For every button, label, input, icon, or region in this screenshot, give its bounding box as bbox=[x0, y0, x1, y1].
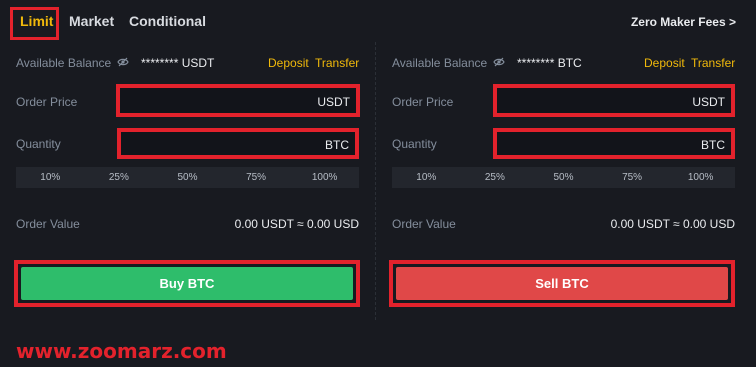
percent-75-button[interactable]: 75% bbox=[598, 167, 667, 188]
percent-100-button[interactable]: 100% bbox=[290, 167, 359, 188]
percentage-selector: 10% 25% 50% 75% 100% bbox=[392, 167, 735, 188]
sell-btc-button[interactable]: Sell BTC bbox=[396, 267, 728, 300]
percent-25-button[interactable]: 25% bbox=[461, 167, 530, 188]
available-balance-value: ******** USDT bbox=[141, 56, 215, 70]
percent-100-button[interactable]: 100% bbox=[666, 167, 735, 188]
tab-limit[interactable]: Limit bbox=[20, 13, 53, 29]
quantity-unit: BTC bbox=[325, 138, 349, 152]
zero-maker-fees-link[interactable]: Zero Maker Fees > bbox=[631, 15, 736, 29]
order-price-input[interactable] bbox=[497, 88, 685, 113]
available-balance-value: ******** BTC bbox=[517, 56, 582, 70]
order-value-label: Order Value bbox=[16, 217, 80, 231]
transfer-link[interactable]: Transfer bbox=[315, 56, 359, 70]
order-price-label: Order Price bbox=[392, 95, 454, 109]
percent-50-button[interactable]: 50% bbox=[529, 167, 598, 188]
quantity-label: Quantity bbox=[16, 137, 61, 151]
order-price-label: Order Price bbox=[16, 95, 78, 109]
eye-slash-icon[interactable] bbox=[117, 57, 129, 67]
quantity-field[interactable]: BTC bbox=[493, 128, 735, 159]
percent-50-button[interactable]: 50% bbox=[153, 167, 222, 188]
deposit-link[interactable]: Deposit bbox=[644, 56, 685, 70]
order-value-label: Order Value bbox=[392, 217, 456, 231]
order-value: 0.00 USDT ≈ 0.00 USD bbox=[610, 217, 735, 231]
order-value: 0.00 USDT ≈ 0.00 USD bbox=[234, 217, 359, 231]
available-balance-label: Available Balance bbox=[392, 56, 488, 70]
order-type-tabs: Limit Market Conditional Zero Maker Fees… bbox=[0, 0, 756, 42]
quantity-unit: BTC bbox=[701, 138, 725, 152]
sell-button-highlight: Sell BTC bbox=[389, 260, 735, 307]
order-price-unit: USDT bbox=[317, 95, 350, 109]
order-price-input[interactable] bbox=[120, 88, 310, 113]
order-price-field[interactable]: USDT bbox=[116, 84, 360, 117]
percent-25-button[interactable]: 25% bbox=[85, 167, 154, 188]
quantity-label: Quantity bbox=[392, 137, 437, 151]
percent-10-button[interactable]: 10% bbox=[16, 167, 85, 188]
tab-conditional[interactable]: Conditional bbox=[129, 13, 206, 29]
quantity-input[interactable] bbox=[121, 132, 309, 155]
tab-market[interactable]: Market bbox=[69, 13, 114, 29]
sell-panel: Available Balance ******** BTC Deposit T… bbox=[376, 42, 736, 322]
buy-btc-button[interactable]: Buy BTC bbox=[21, 267, 353, 300]
deposit-link[interactable]: Deposit bbox=[268, 56, 309, 70]
quantity-input[interactable] bbox=[497, 132, 685, 155]
percentage-selector: 10% 25% 50% 75% 100% bbox=[16, 167, 359, 188]
watermark-text: www.zoomarz.com bbox=[16, 339, 227, 363]
quantity-field[interactable]: BTC bbox=[117, 128, 359, 159]
buy-panel: Available Balance ******** USDT Deposit … bbox=[0, 42, 360, 322]
percent-10-button[interactable]: 10% bbox=[392, 167, 461, 188]
transfer-link[interactable]: Transfer bbox=[691, 56, 735, 70]
order-price-unit: USDT bbox=[692, 95, 725, 109]
available-balance-label: Available Balance bbox=[16, 56, 112, 70]
eye-slash-icon[interactable] bbox=[493, 57, 505, 67]
buy-button-highlight: Buy BTC bbox=[14, 260, 360, 307]
order-price-field[interactable]: USDT bbox=[493, 84, 735, 117]
percent-75-button[interactable]: 75% bbox=[222, 167, 291, 188]
